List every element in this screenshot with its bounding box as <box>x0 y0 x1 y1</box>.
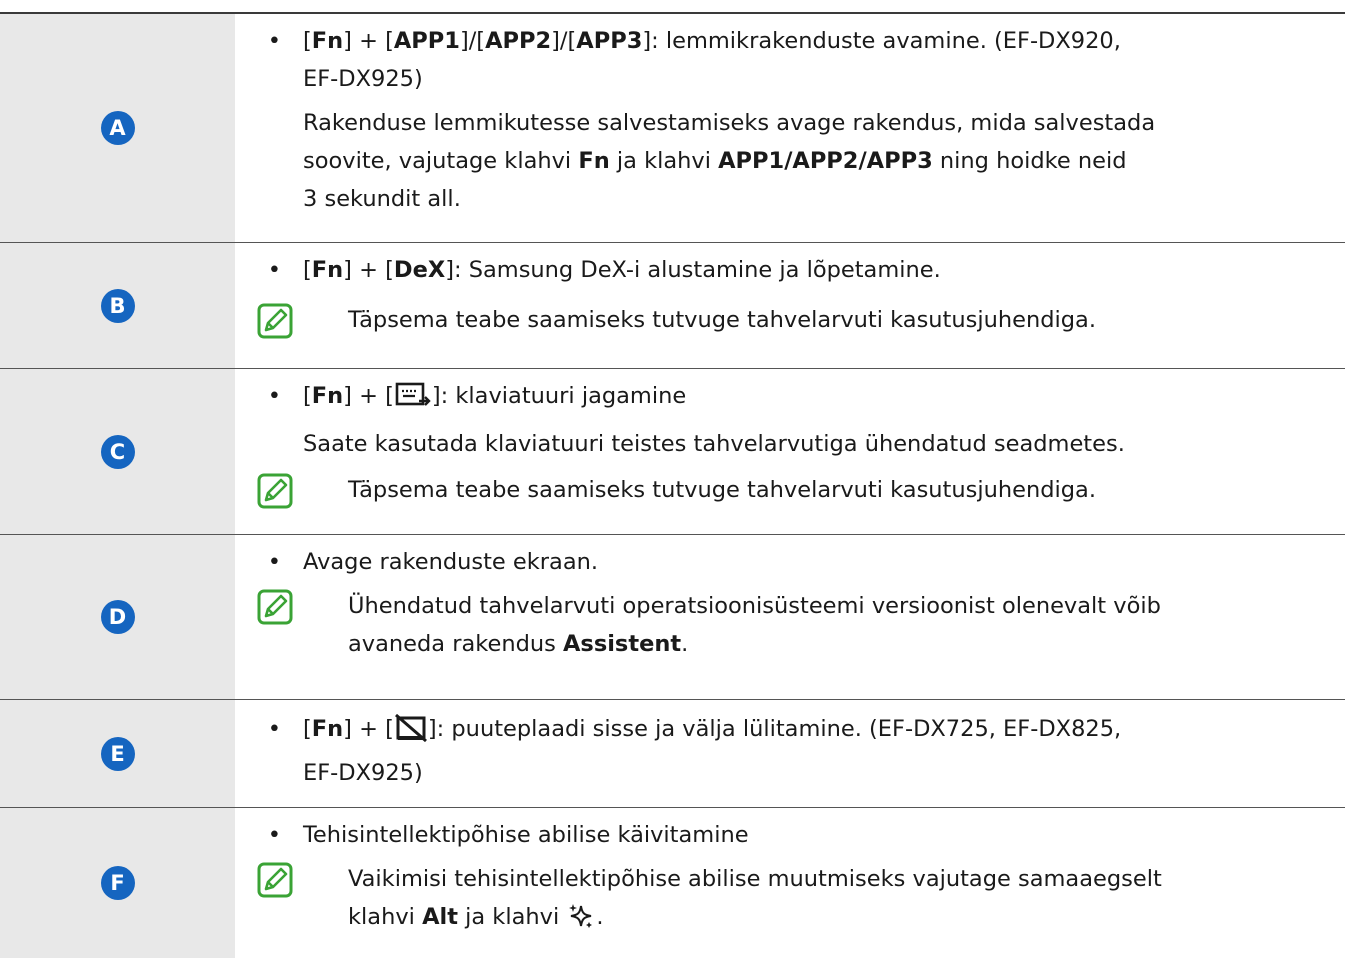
ai-sparkle-icon <box>567 902 595 942</box>
row-label-cell: C <box>0 369 235 534</box>
note-text: Vaikimisi tehisintellektipõhise abilise … <box>348 860 1325 942</box>
row-content-cell: • [Fn] + [APP1]/[APP2]/[APP3]: lemmikrak… <box>235 14 1345 242</box>
table-row-e: E • [Fn] + []: puuteplaadi sisse ja välj… <box>0 700 1345 808</box>
bullet-text: : lemmikrakenduste avamine. (EF-DX920, <box>651 28 1121 54</box>
table-row-a: A • [Fn] + [APP1]/[APP2]/[APP3]: lemmikr… <box>0 14 1345 243</box>
badge-a: A <box>100 111 135 145</box>
paragraph: Saate kasutada klaviatuuri teistes tahve… <box>303 431 1125 457</box>
row-content-cell: • Avage rakenduste ekraan. Ühendatud tah… <box>235 535 1345 699</box>
bullet-line: • [Fn] + [APP1]/[APP2]/[APP3]: lemmikrak… <box>235 22 1325 98</box>
bullet-line: • [Fn] + [DeX]: Samsung DeX-i alustamine… <box>267 257 941 283</box>
touchpad-off-icon <box>394 713 427 754</box>
keyboard-share-icon <box>395 381 431 421</box>
note: Täpsema teabe saamiseks tutvuge tahvelar… <box>235 301 1325 339</box>
key-fn: Fn <box>311 716 344 742</box>
table-row-b: B • [Fn] + [DeX]: Samsung DeX-i alustami… <box>0 243 1345 369</box>
key-fn: Fn <box>311 28 344 54</box>
row-label-cell: E <box>0 700 235 807</box>
key-dex: DeX <box>393 257 446 283</box>
bullet-text-cont: EF-DX925) <box>303 66 423 92</box>
bullet-line: • Avage rakenduste ekraan. <box>267 549 599 575</box>
paragraph: Rakenduse lemmikutesse salvestamiseks av… <box>303 110 1156 212</box>
note: Ühendatud tahvelarvuti operatsioonisüste… <box>235 587 1325 663</box>
row-label-cell: D <box>0 535 235 699</box>
row-content-cell: • [Fn] + []: puuteplaadi sisse ja välja … <box>235 700 1345 807</box>
badge-d: D <box>100 600 135 634</box>
row-content-cell: • Tehisintellektipõhise abilise käivitam… <box>235 808 1345 958</box>
key-app2: APP2 <box>485 28 552 54</box>
key-app1: APP1 <box>393 28 460 54</box>
table-row-d: D • Avage rakenduste ekraan. Ühendatud t… <box>0 535 1345 700</box>
row-label-cell: B <box>0 243 235 368</box>
table-row-c: C • [Fn] + []: klaviatuuri jagamine Saat… <box>0 369 1345 535</box>
bullet-dot: • <box>267 28 281 54</box>
note-icon <box>235 587 348 625</box>
key-fn: Fn <box>311 383 344 409</box>
note-icon <box>235 860 348 898</box>
row-content-cell: • [Fn] + [DeX]: Samsung DeX-i alustamine… <box>235 243 1345 368</box>
badge-e: E <box>100 736 135 771</box>
badge-c: C <box>100 434 135 469</box>
note-text: Ühendatud tahvelarvuti operatsioonisüste… <box>348 593 1161 657</box>
bullet-line: • [Fn] + []: klaviatuuri jagamine <box>235 377 1325 421</box>
key-fn: Fn <box>311 257 344 283</box>
note-icon <box>235 301 348 339</box>
key-app3: APP3 <box>576 28 643 54</box>
badge-f: F <box>100 866 135 900</box>
note: Vaikimisi tehisintellektipõhise abilise … <box>235 860 1325 942</box>
note-text: Täpsema teabe saamiseks tutvuge tahvelar… <box>348 477 1096 503</box>
note-icon <box>235 471 348 509</box>
row-label-cell: A <box>0 14 235 242</box>
row-content-cell: • [Fn] + []: klaviatuuri jagamine Saate … <box>235 369 1345 534</box>
row-label-cell: F <box>0 808 235 958</box>
badge-b: B <box>100 288 135 323</box>
table-row-f: F • Tehisintellektipõhise abilise käivit… <box>0 808 1345 958</box>
bullet-line: • [Fn] + []: puuteplaadi sisse ja välja … <box>267 713 1122 786</box>
note-text: Täpsema teabe saamiseks tutvuge tahvelar… <box>348 307 1096 333</box>
note: Täpsema teabe saamiseks tutvuge tahvelar… <box>235 471 1325 509</box>
bullet-line: • Tehisintellektipõhise abilise käivitam… <box>267 822 749 848</box>
shortcut-table: A • [Fn] + [APP1]/[APP2]/[APP3]: lemmikr… <box>0 12 1345 958</box>
